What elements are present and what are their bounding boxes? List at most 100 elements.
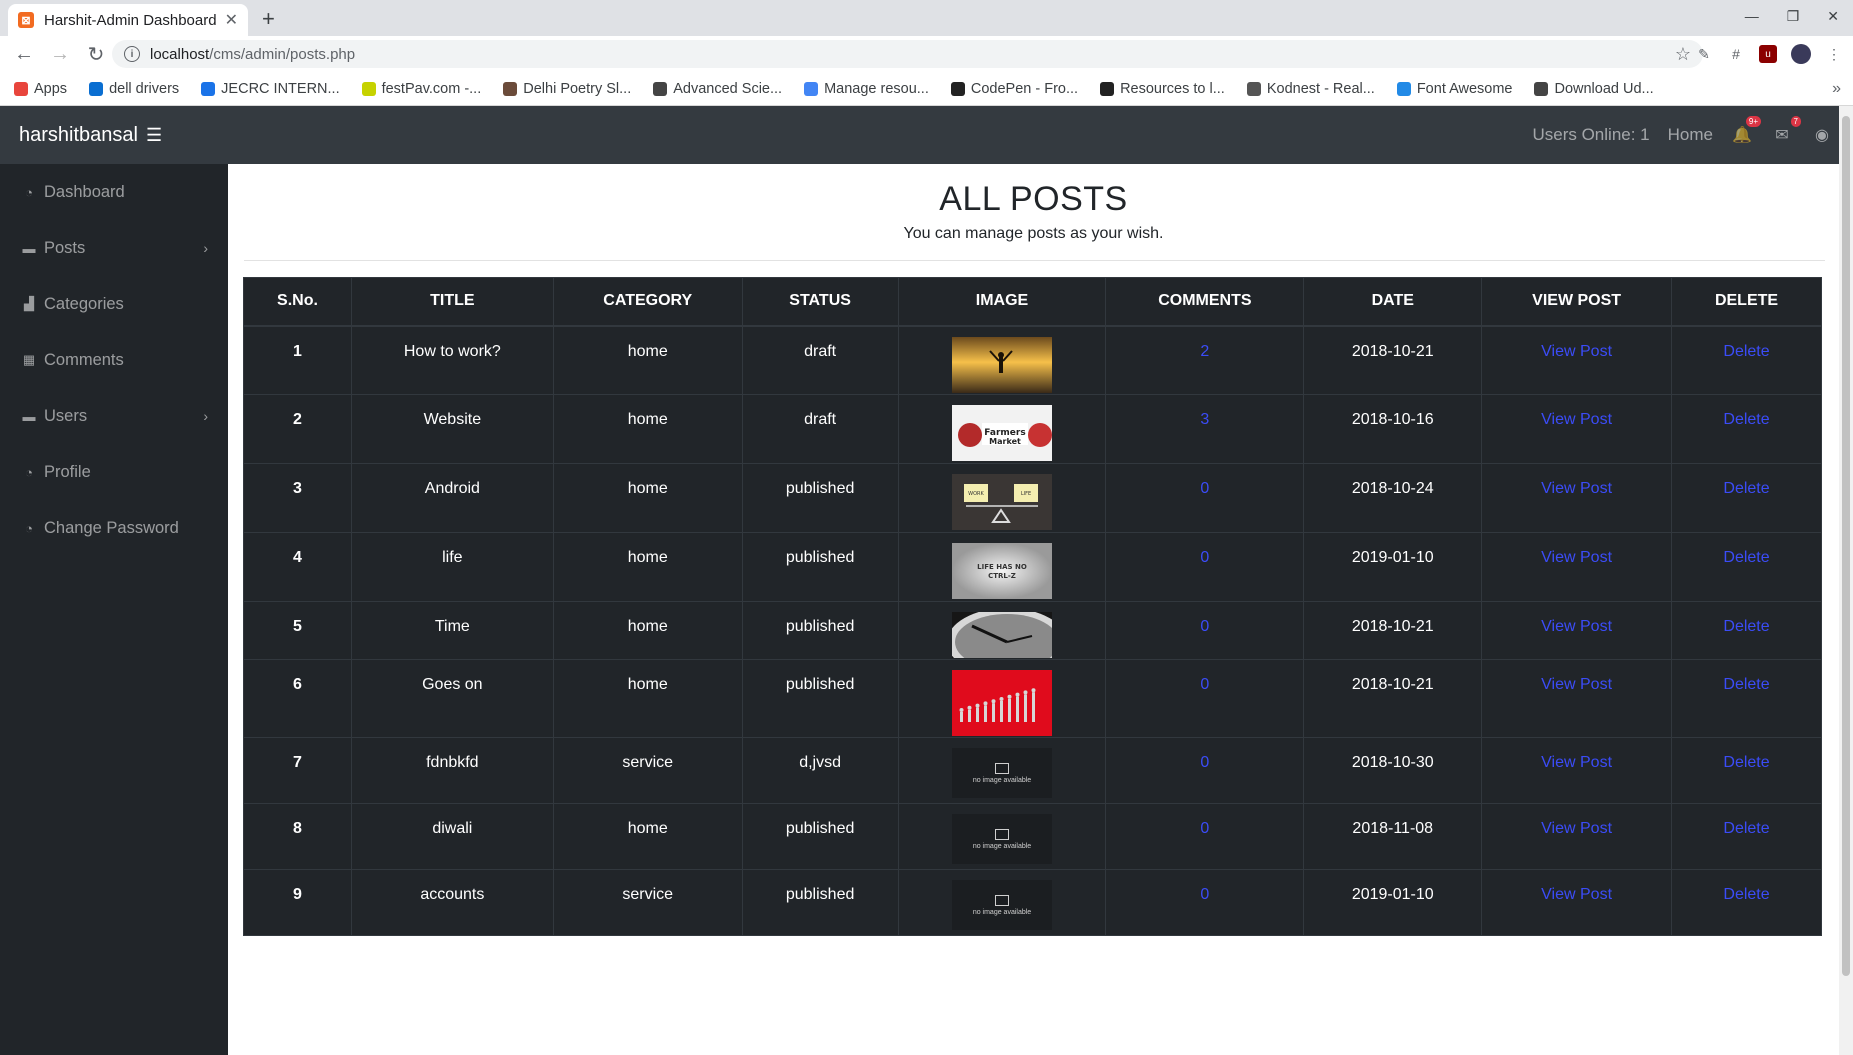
comments-link[interactable]: 0 <box>1200 549 1209 566</box>
image-icon <box>995 762 1009 774</box>
delete-link[interactable]: Delete <box>1723 411 1769 428</box>
cell-sno: 7 <box>243 737 352 804</box>
cell-sno-text: 8 <box>293 820 302 837</box>
delete-link[interactable]: Delete <box>1723 886 1769 903</box>
bookmark-item[interactable]: Resources to l... <box>1100 81 1225 97</box>
table-row: 8 diwali home published no image available 0 2… <box>243 803 1822 870</box>
admin-app: harshitbansal ☰ Users Online: 1 Home 🔔 9+… <box>0 106 1853 1055</box>
bookmark-item[interactable]: festPav.com -... <box>361 81 481 97</box>
cell-status-text: draft <box>804 342 837 360</box>
home-link[interactable]: Home <box>1668 125 1713 145</box>
bookmark-favicon-icon <box>1246 82 1261 96</box>
bookmark-item[interactable]: JECRC INTERN... <box>201 81 340 97</box>
comments-link[interactable]: 0 <box>1200 754 1209 771</box>
table-row: 4 life home published LIFE HAS NO CTRL-Z 0 2019… <box>243 532 1822 602</box>
bookmark-item[interactable]: CodePen - Fro... <box>950 81 1078 97</box>
view-post-link[interactable]: View Post <box>1541 886 1612 903</box>
sidebar-item-users[interactable]: ▬ Users › <box>0 388 228 444</box>
scrollbar-thumb[interactable] <box>1842 116 1850 976</box>
address-bar[interactable]: i localhost/cms/admin/posts.php ☆ <box>112 40 1703 68</box>
cell-view-post: View Post <box>1481 737 1673 804</box>
delete-link[interactable]: Delete <box>1723 676 1769 693</box>
view-post-link[interactable]: View Post <box>1541 343 1612 360</box>
view-post-link[interactable]: View Post <box>1541 754 1612 771</box>
extension-grid-icon[interactable]: # <box>1727 45 1745 63</box>
comments-link[interactable]: 3 <box>1200 411 1209 428</box>
cell-comments: 0 <box>1105 803 1305 870</box>
delete-link[interactable]: Delete <box>1723 820 1769 837</box>
ublock-icon[interactable]: u <box>1759 45 1777 63</box>
cell-category: home <box>552 601 743 660</box>
minimize-icon[interactable]: — <box>1745 8 1759 25</box>
bookmark-item[interactable]: Advanced Scie... <box>653 81 782 97</box>
cell-date-text: 2018-10-30 <box>1351 754 1434 771</box>
comments-link[interactable]: 0 <box>1200 820 1209 837</box>
bookmarks-overflow-icon[interactable]: » <box>1832 80 1841 98</box>
browser-tab[interactable]: ⊠ Harshit-Admin Dashboard ✕ <box>8 4 248 36</box>
view-post-link[interactable]: View Post <box>1541 618 1612 635</box>
bookmark-item[interactable]: Manage resou... <box>804 81 929 97</box>
info-icon[interactable]: i <box>124 46 140 62</box>
envelope-icon[interactable]: ✉ 7 <box>1771 116 1801 145</box>
cell-title: How to work? <box>350 325 554 395</box>
comments-link[interactable]: 2 <box>1200 343 1209 360</box>
menu-dots-icon[interactable]: ⋮ <box>1825 45 1843 63</box>
extension-pen-icon[interactable]: ✎ <box>1695 45 1713 63</box>
sidebar-item-profile[interactable]: ◔ Profile <box>0 444 228 500</box>
bookmark-item[interactable]: Delhi Poetry Sl... <box>503 81 631 97</box>
cell-status: draft <box>741 394 899 464</box>
cell-date-text: 2018-10-16 <box>1351 411 1434 428</box>
svg-text:CTRL-Z: CTRL-Z <box>988 572 1016 580</box>
view-post-link[interactable]: View Post <box>1541 480 1612 497</box>
bookmark-item[interactable]: Download Ud... <box>1534 81 1654 97</box>
bookmark-item[interactable]: dell drivers <box>89 81 179 97</box>
new-tab-icon[interactable]: + <box>262 6 275 32</box>
view-post-link[interactable]: View Post <box>1541 820 1612 837</box>
scrollbar[interactable] <box>1839 106 1853 1055</box>
close-tab-icon[interactable]: ✕ <box>225 10 238 30</box>
bell-icon[interactable]: 🔔 9+ <box>1731 116 1761 145</box>
view-post-link[interactable]: View Post <box>1541 676 1612 693</box>
bookmark-label: dell drivers <box>109 81 180 97</box>
bookmark-star-icon[interactable]: ☆ <box>1675 44 1691 65</box>
close-window-icon[interactable]: ✕ <box>1827 8 1839 25</box>
forward-icon[interactable]: → <box>50 43 70 66</box>
bookmark-item[interactable]: Font Awesome <box>1396 81 1512 97</box>
reload-icon[interactable]: ↻ <box>86 42 106 67</box>
sidebar-item-categories[interactable]: ▟ Categories <box>0 276 228 332</box>
view-post-link[interactable]: View Post <box>1541 549 1612 566</box>
view-post-link[interactable]: View Post <box>1541 411 1612 428</box>
post-thumbnail: FarmersMarket <box>952 405 1052 461</box>
hamburger-icon[interactable]: ☰ <box>146 125 162 146</box>
cell-comments: 2 <box>1105 325 1305 395</box>
brand[interactable]: harshitbansal <box>19 124 138 147</box>
sidebar-item-comments[interactable]: ▦ Comments <box>0 332 228 388</box>
sidebar-item-label: Users <box>44 406 88 425</box>
comments-link[interactable]: 0 <box>1200 480 1209 497</box>
delete-link[interactable]: Delete <box>1723 480 1769 497</box>
user-circle-icon[interactable]: ◉ <box>1811 125 1833 145</box>
cell-category-text: home <box>627 480 668 497</box>
profile-avatar-icon[interactable] <box>1791 44 1811 64</box>
bookmark-favicon-icon <box>89 82 104 96</box>
delete-link[interactable]: Delete <box>1723 549 1769 566</box>
delete-link[interactable]: Delete <box>1723 618 1769 635</box>
bookmark-item[interactable]: Apps <box>14 81 67 97</box>
cell-category-text: home <box>627 820 668 837</box>
sidebar-item-posts[interactable]: ▬ Posts › <box>0 220 228 276</box>
cell-date-text: 2018-10-24 <box>1351 480 1434 497</box>
divider <box>244 260 1825 261</box>
delete-link[interactable]: Delete <box>1723 343 1769 360</box>
back-icon[interactable]: ← <box>14 43 34 66</box>
comments-link[interactable]: 0 <box>1200 676 1209 693</box>
maximize-icon[interactable]: ❐ <box>1787 8 1800 25</box>
cell-delete: Delete <box>1671 325 1822 395</box>
sidebar-item-dashboard[interactable]: ◔ Dashboard <box>0 164 228 220</box>
cell-date: 2019-01-10 <box>1303 869 1483 936</box>
sidebar-item-change-password[interactable]: ◔ Change Password <box>0 500 228 556</box>
delete-link[interactable]: Delete <box>1723 754 1769 771</box>
comments-link[interactable]: 0 <box>1200 886 1209 903</box>
cell-status: published <box>741 803 899 870</box>
comments-link[interactable]: 0 <box>1200 618 1209 635</box>
bookmark-item[interactable]: Kodnest - Real... <box>1246 81 1375 97</box>
